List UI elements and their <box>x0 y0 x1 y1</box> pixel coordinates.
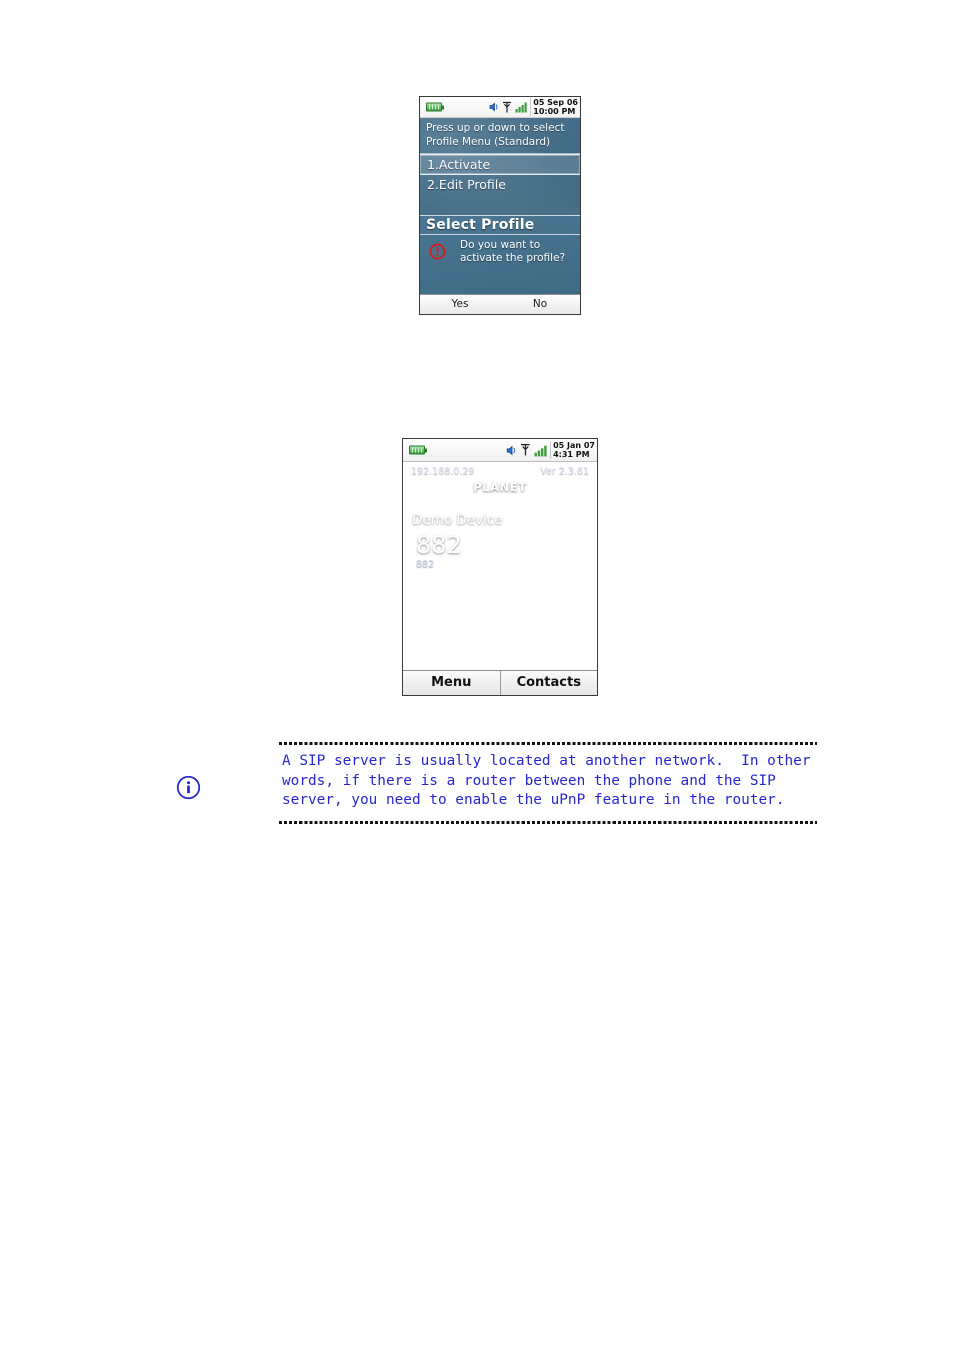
select-profile-dialog: Select Profile Do you want to activate t… <box>420 215 580 295</box>
brand-label: PLANET <box>473 480 527 494</box>
dialog-title: Select Profile <box>420 216 580 235</box>
softkey-bar: Menu Contacts <box>403 670 597 695</box>
ip-address-label: 192.168.0.29 <box>411 466 475 477</box>
phone-screenshot-idle-screen: 05 Jan 07 4:31 PM 192.168.0.29 Ver 2.3.6… <box>402 438 598 696</box>
antenna-icon <box>521 443 530 456</box>
status-bar-datetime: 05 Sep 06 10:00 PM <box>530 98 578 116</box>
menu-item-edit-profile[interactable]: 2.Edit Profile <box>420 175 580 194</box>
profile-menu-hint-line1: Press up or down to select <box>426 122 565 134</box>
antenna-icon <box>503 101 512 112</box>
battery-icon <box>409 445 427 455</box>
signal-bars-icon <box>534 445 547 456</box>
phone-screenshot-profile-menu: 05 Sep 06 10:00 PM Press up or down to s… <box>419 96 581 315</box>
idle-top-info-row: 192.168.0.29 Ver 2.3.61 <box>403 462 597 477</box>
dialog-message: Do you want to activate the profile? <box>460 239 566 264</box>
warning-exclamation-icon <box>429 243 446 260</box>
note-text: A SIP server is usually located at anoth… <box>282 753 820 809</box>
softkey-menu[interactable]: Menu <box>403 671 500 695</box>
softkey-bar: Yes No <box>420 294 580 314</box>
softkey-yes[interactable]: Yes <box>420 295 500 314</box>
note-bottom-rule <box>277 821 817 825</box>
profile-menu-hint: Press up or down to select Profile Menu … <box>420 118 580 149</box>
status-bar-datetime: 05 Jan 07 4:31 PM <box>550 441 595 459</box>
softkey-contacts[interactable]: Contacts <box>499 671 598 695</box>
speaker-icon <box>506 445 516 455</box>
signal-bars-icon <box>515 102 527 113</box>
phone-screen-content: Press up or down to select Profile Menu … <box>420 118 580 295</box>
note-callout: A SIP server is usually located at anoth… <box>176 742 820 825</box>
profile-menu-list: 1.Activate 2.Edit Profile <box>420 153 580 194</box>
dialog-body: Do you want to activate the profile? <box>420 235 580 264</box>
status-bar-time: 10:00 PM <box>533 107 576 116</box>
battery-icon <box>426 102 444 112</box>
status-bar-right-group: 05 Sep 06 10:00 PM <box>488 97 578 117</box>
firmware-version-label: Ver 2.3.61 <box>540 466 589 477</box>
speaker-icon <box>489 102 498 112</box>
status-bar-right-group: 05 Jan 07 4:31 PM <box>505 439 595 461</box>
status-bar: 05 Sep 06 10:00 PM <box>420 97 580 118</box>
extension-number-large: 882 <box>416 531 462 559</box>
status-bar-date: 05 Jan 07 <box>553 441 595 450</box>
status-bar-time: 4:31 PM <box>553 450 590 459</box>
profile-menu-hint-line2: Profile Menu (Standard) <box>426 135 551 148</box>
status-bar: 05 Jan 07 4:31 PM <box>403 439 597 462</box>
device-name-label: Demo Device <box>412 512 503 528</box>
info-circle-icon <box>176 775 201 800</box>
softkey-no[interactable]: No <box>500 295 580 314</box>
status-bar-date: 05 Sep 06 <box>533 98 578 107</box>
phone-screen-content: 192.168.0.29 Ver 2.3.61 PLANET Demo Devi… <box>403 462 597 672</box>
menu-item-activate[interactable]: 1.Activate <box>420 154 580 175</box>
extension-number-small: 882 <box>416 559 435 570</box>
